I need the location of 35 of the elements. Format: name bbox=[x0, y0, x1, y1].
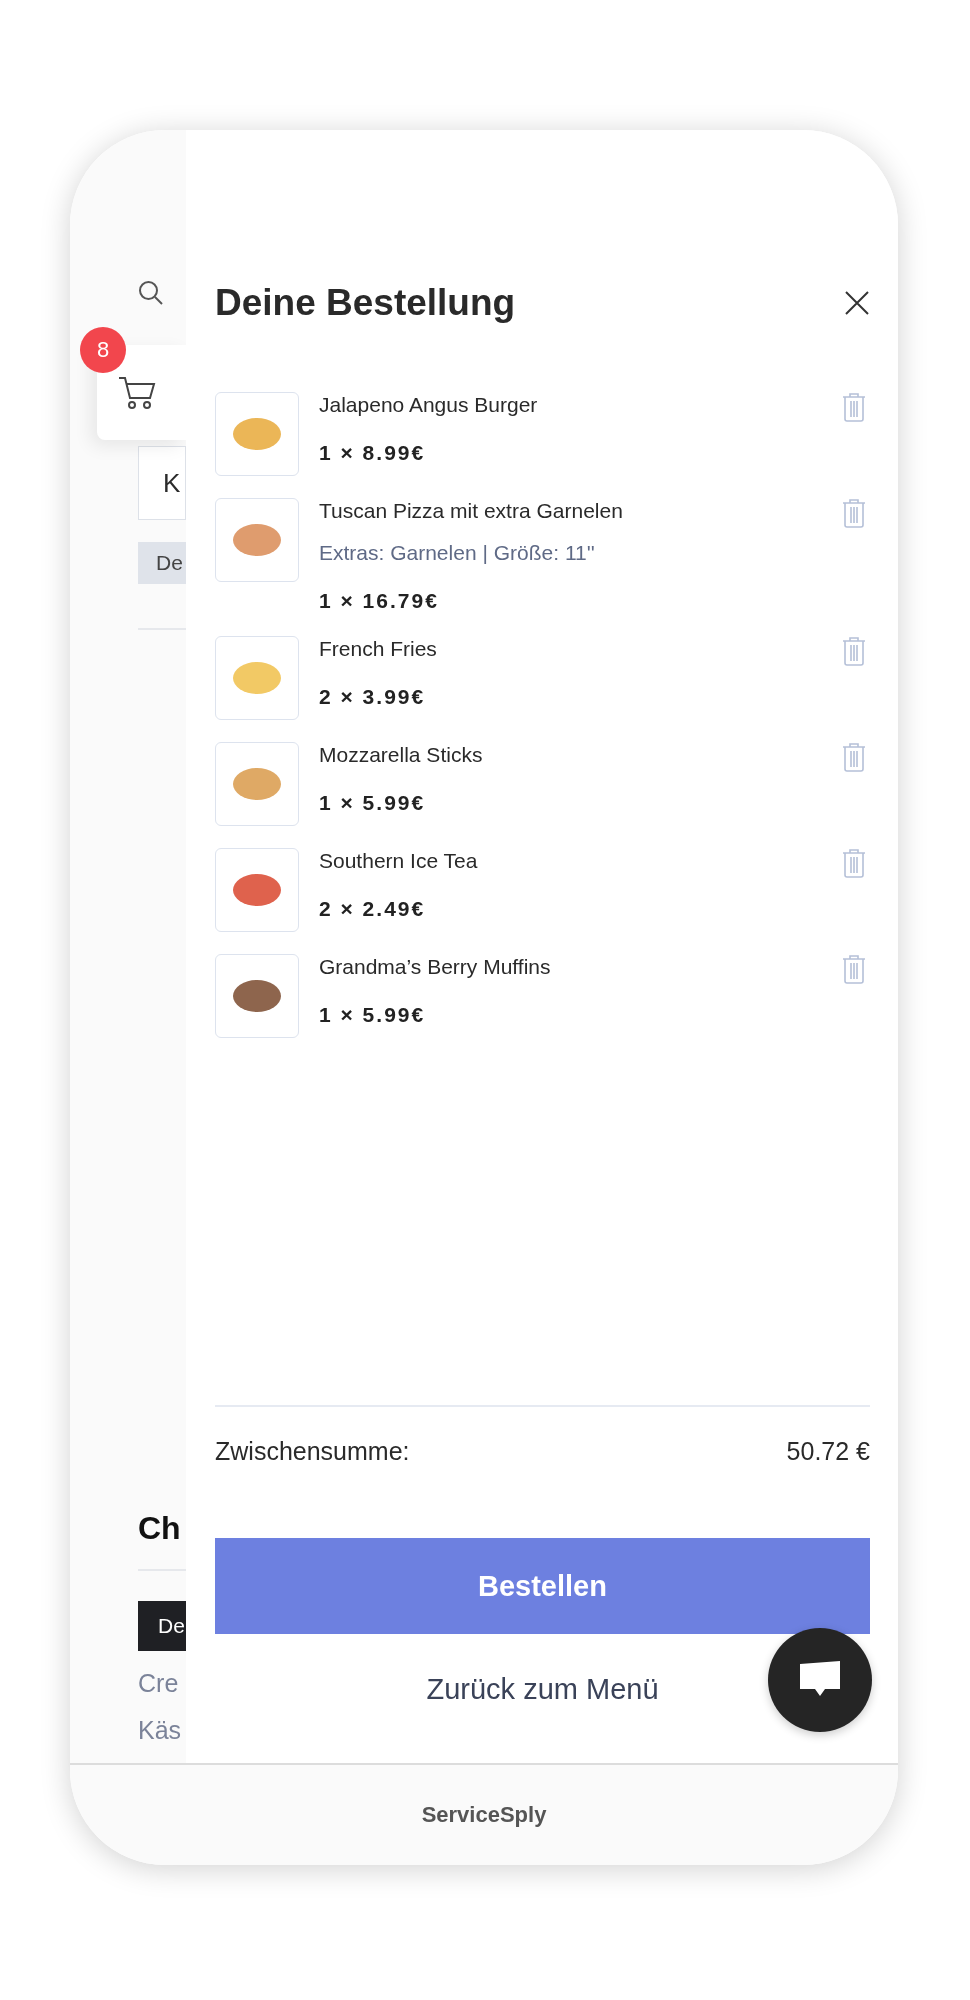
subtotal-amount: 50.72 € bbox=[786, 1437, 870, 1466]
brand-name: ServiceSply bbox=[421, 1802, 547, 1828]
item-name: Mozzarella Sticks bbox=[319, 742, 484, 768]
item-quantity-price: 2 × 2.49€ bbox=[319, 896, 427, 922]
search-icon[interactable] bbox=[138, 280, 164, 306]
cart-count-badge: 8 bbox=[80, 327, 126, 373]
back-to-menu-link[interactable]: Zurück zum Menü bbox=[420, 1672, 665, 1707]
description-text: Käs bbox=[138, 1716, 182, 1745]
item-quantity-price: 1 × 5.99€ bbox=[319, 1002, 427, 1028]
item-quantity-price: 1 × 16.79€ bbox=[319, 588, 440, 614]
item-name: Jalapeno Angus Burger bbox=[319, 392, 539, 418]
close-icon[interactable] bbox=[844, 290, 870, 316]
category-chip[interactable]: De bbox=[138, 542, 186, 584]
item-name: Grandma’s Berry Muffins bbox=[319, 954, 552, 980]
item-quantity-price: 1 × 8.99€ bbox=[319, 440, 427, 466]
cart-icon bbox=[117, 375, 156, 410]
section-heading: Ch bbox=[138, 1510, 181, 1547]
trash-icon[interactable] bbox=[842, 848, 866, 878]
trash-icon[interactable] bbox=[842, 392, 866, 422]
trash-icon[interactable] bbox=[842, 954, 866, 984]
subtotal-label: Zwischensumme: bbox=[215, 1437, 410, 1466]
trash-icon[interactable] bbox=[842, 498, 866, 528]
trash-icon[interactable] bbox=[842, 636, 866, 666]
item-quantity-price: 2 × 3.99€ bbox=[319, 684, 427, 710]
description-text: Cre bbox=[138, 1669, 179, 1698]
drawer-title: Deine Bestellung bbox=[215, 282, 516, 324]
item-quantity-price: 1 × 5.99€ bbox=[319, 790, 427, 816]
item-extras: Extras: Garnelen | Größe: 11'' bbox=[319, 540, 596, 566]
order-button[interactable]: Bestellen bbox=[215, 1538, 870, 1634]
category-chip[interactable]: De bbox=[138, 1601, 186, 1651]
trash-icon[interactable] bbox=[842, 742, 866, 772]
input-field[interactable]: K bbox=[138, 446, 186, 520]
item-name: Southern Ice Tea bbox=[319, 848, 479, 874]
item-name: French Fries bbox=[319, 636, 438, 662]
item-name: Tuscan Pizza mit extra Garnelen bbox=[319, 498, 624, 524]
